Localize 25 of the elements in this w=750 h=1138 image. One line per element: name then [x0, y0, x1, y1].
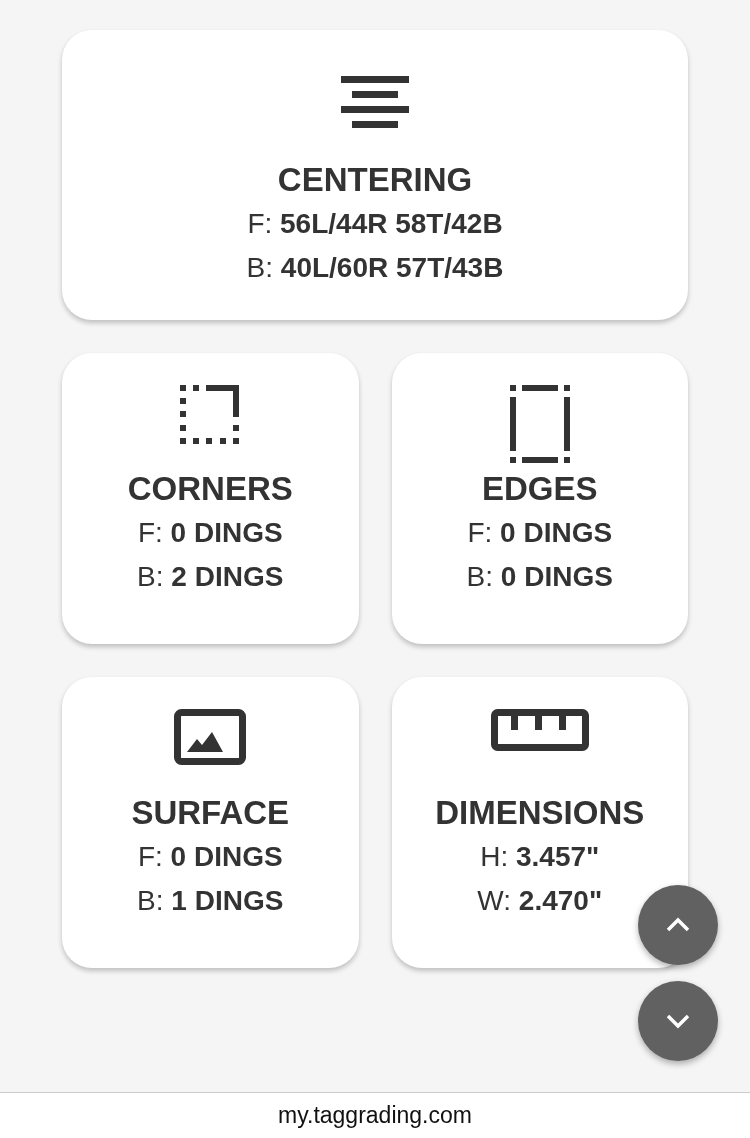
scroll-down-button[interactable]	[638, 981, 718, 1061]
dashed-rectangle-icon	[509, 385, 570, 463]
chevron-down-icon	[665, 1013, 691, 1029]
ruler-icon	[490, 709, 589, 751]
measurement-text: F: 0 DINGS	[467, 516, 613, 550]
measurement-text: F: 0 DINGS	[137, 840, 283, 874]
url-text: my.taggrading.com	[278, 1102, 472, 1129]
card-title: SURFACE	[131, 793, 290, 833]
measurement-text: F: 0 DINGS	[137, 516, 283, 550]
scroll-up-button[interactable]	[638, 885, 718, 965]
card-title: DIMENSIONS	[435, 793, 645, 833]
align-center-icon	[341, 76, 409, 128]
chevron-up-icon	[665, 917, 691, 933]
card-title: CORNERS	[127, 469, 293, 509]
card-title: EDGES	[481, 469, 598, 509]
measurement-text: B: 1 DINGS	[137, 884, 284, 918]
dotted-corner-icon	[180, 385, 241, 445]
measurement-text: B: 2 DINGS	[137, 560, 284, 594]
measurement-text: B: 40L/60R 57T/43B	[246, 251, 504, 285]
measurement-text: W: 2.470"	[477, 884, 603, 918]
image-icon	[174, 709, 247, 765]
measurement-text: H: 3.457"	[480, 840, 600, 874]
measurement-text: B: 0 DINGS	[466, 560, 613, 594]
measurement-text: F: 56L/44R 58T/42B	[247, 207, 503, 241]
card-title: CENTERING	[277, 160, 473, 200]
